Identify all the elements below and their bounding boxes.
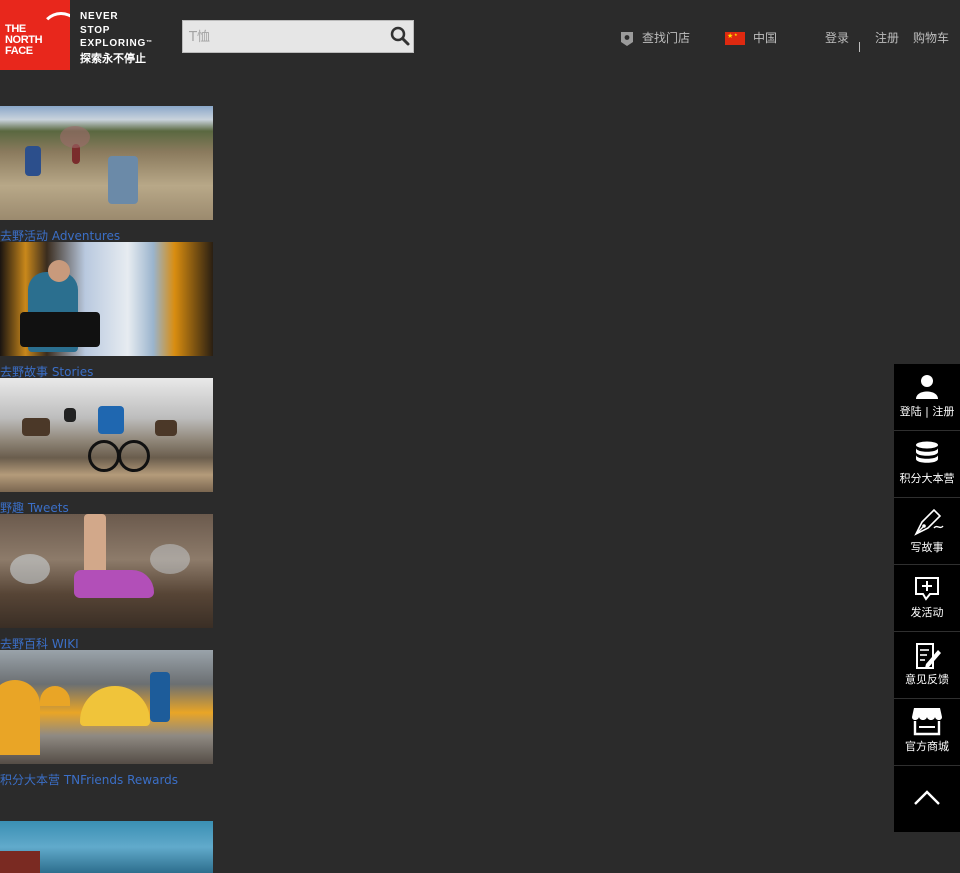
search-input[interactable]: [183, 21, 388, 52]
search-icon: [390, 26, 410, 46]
slogan-english: NEVER STOP EXPLORING: [80, 11, 147, 49]
cart-link[interactable]: 购物车: [913, 30, 949, 46]
brand-logo[interactable]: THE NORTH FACE: [0, 0, 70, 70]
sidebar-label: 写故事: [910, 541, 944, 554]
adventures-image[interactable]: [0, 106, 213, 220]
login-link[interactable]: 登录: [825, 30, 849, 46]
store-locator-link[interactable]: 查找门店: [642, 30, 690, 46]
rewards-image[interactable]: [0, 650, 213, 764]
country-selector[interactable]: 中国: [753, 30, 777, 46]
tile-tweets[interactable]: 野趣 Tweets: [0, 378, 213, 515]
sidebar-rewards[interactable]: 积分大本营: [894, 431, 960, 498]
feature-tiles: 去野活动 Adventures 去野故事 Stories 野趣 Tweets 去…: [0, 106, 213, 787]
back-to-top-button[interactable]: [894, 766, 960, 832]
slogan-chinese: 探索永不停止: [80, 52, 146, 65]
sidebar-feedback[interactable]: 意见反馈: [894, 632, 960, 699]
tile-stories[interactable]: 去野故事 Stories: [0, 242, 213, 379]
tweets-image[interactable]: [0, 378, 213, 492]
brand-slogan: NEVER STOP EXPLORING™ 探索永不停止: [80, 10, 153, 66]
tile-caption-rewards[interactable]: 积分大本营 TNFriends Rewards: [0, 764, 213, 787]
sidebar-login-register[interactable]: 登陆 | 注册: [894, 364, 960, 431]
nav-separator: [859, 42, 860, 52]
china-flag-icon: ★ ★: [725, 32, 745, 45]
tile-caption-adventures[interactable]: 去野活动 Adventures: [0, 220, 213, 243]
tile-caption-wiki[interactable]: 去野百科 WIKI: [0, 628, 213, 651]
search-box: [182, 20, 414, 53]
sidebar-post-activity[interactable]: 发活动: [894, 565, 960, 632]
sidebar-label: 意见反馈: [905, 673, 949, 686]
sidebar-label: 登陆 | 注册: [899, 405, 955, 418]
promo-image-partial[interactable]: [0, 821, 213, 873]
wiki-image[interactable]: [0, 514, 213, 628]
store-icon: [912, 708, 942, 736]
register-link[interactable]: 注册: [875, 30, 899, 46]
tile-adventures[interactable]: 去野活动 Adventures: [0, 106, 213, 243]
sidebar-write-story[interactable]: 写故事: [894, 498, 960, 565]
user-icon: [916, 375, 938, 399]
trademark-mark: ™: [146, 40, 153, 46]
logo-text: THE NORTH FACE: [5, 23, 43, 57]
feedback-icon: [916, 643, 941, 669]
stories-image[interactable]: [0, 242, 213, 356]
tile-wiki[interactable]: 去野百科 WIKI: [0, 514, 213, 651]
pen-icon: [914, 508, 944, 536]
header: THE NORTH FACE NEVER STOP EXPLORING™ 探索永…: [0, 0, 960, 70]
tile-rewards[interactable]: 积分大本营 TNFriends Rewards: [0, 650, 213, 787]
add-message-icon: [915, 577, 939, 601]
sidebar-official-store[interactable]: 官方商城: [894, 699, 960, 766]
logo-arc-icon: [40, 12, 70, 54]
search-button[interactable]: [387, 21, 413, 52]
chevron-up-icon: [914, 790, 940, 805]
coins-icon: [916, 441, 938, 463]
sidebar-label: 积分大本营: [899, 472, 955, 485]
floating-sidebar: 登陆 | 注册 积分大本营 写故事 发活动 意见反馈 官方商城: [894, 364, 960, 832]
sidebar-label: 发活动: [910, 606, 944, 619]
store-location-icon: [621, 32, 633, 46]
tile-caption-stories[interactable]: 去野故事 Stories: [0, 356, 213, 379]
sidebar-label: 官方商城: [905, 740, 949, 753]
tile-caption-tweets[interactable]: 野趣 Tweets: [0, 492, 213, 515]
